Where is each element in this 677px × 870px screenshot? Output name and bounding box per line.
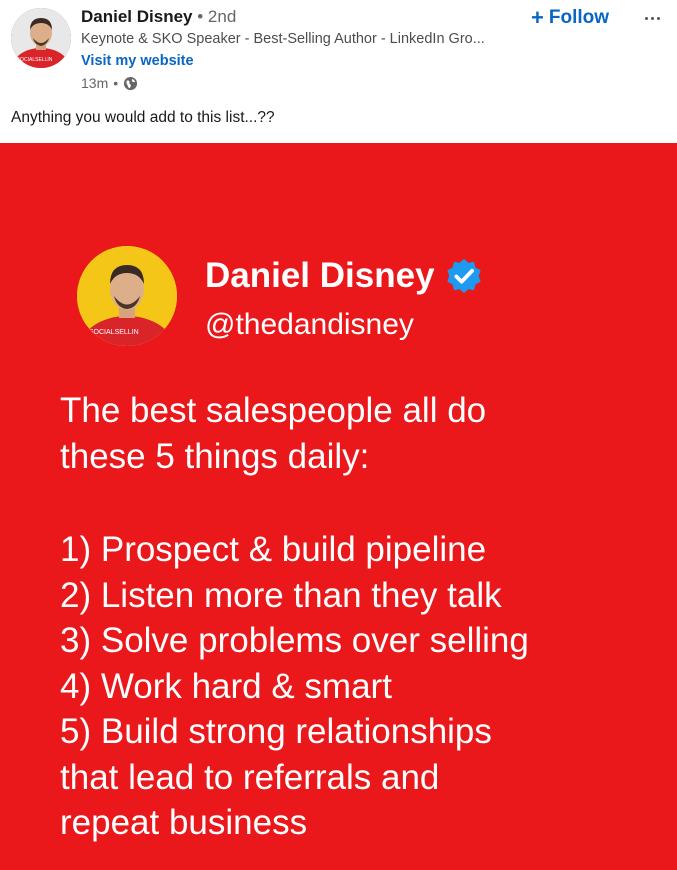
card-intro-line: The best salespeople all do: [60, 391, 487, 430]
connection-degree-value: 2nd: [207, 7, 237, 26]
follow-label: Follow: [548, 7, 610, 28]
card-list-item: 5) Build strong relationships: [60, 712, 492, 751]
card-avatar-tag: #SOCIALSELLIN: [85, 329, 139, 336]
card-list: 1) Prospect & build pipeline 2) Listen m…: [60, 527, 670, 846]
card-name: Daniel Disney: [205, 256, 435, 295]
visit-website-link[interactable]: Visit my website: [81, 51, 501, 72]
connection-degree: • 2nd: [197, 7, 237, 26]
more-dot: [644, 16, 648, 20]
globe-icon: [124, 76, 138, 90]
more-options-button[interactable]: [638, 10, 666, 26]
card-handle: @thedandisney: [205, 308, 414, 341]
post-text: Anything you would add to this list...??: [11, 109, 275, 126]
post-header: #SOCIALSELLIN Daniel Disney • 2nd Keynot…: [0, 0, 677, 104]
card-intro: The best salespeople all do these 5 thin…: [60, 388, 660, 479]
author-avatar[interactable]: #SOCIALSELLIN: [11, 8, 71, 68]
follow-button[interactable]: + Follow: [531, 5, 609, 31]
post-image[interactable]: #SOCIALSELLIN Daniel Disney @thedandisne…: [0, 143, 677, 870]
card-list-item: repeat business: [60, 803, 308, 842]
author-avatar-image: #SOCIALSELLIN: [11, 8, 71, 68]
card-list-item: that lead to referrals and: [60, 757, 440, 797]
card-name-line: Daniel Disney: [205, 256, 483, 296]
card-avatar-image: #SOCIALSELLIN: [77, 246, 177, 346]
post-time-line: 13m •: [81, 73, 501, 93]
author-line: Daniel Disney • 2nd: [81, 6, 501, 28]
card-list-item: 4) Work hard & smart: [60, 666, 392, 706]
more-dot: [656, 16, 660, 20]
post-time: 13m: [81, 75, 109, 91]
verified-badge-icon: [446, 258, 481, 294]
linkedin-post: #SOCIALSELLIN Daniel Disney • 2nd Keynot…: [0, 0, 677, 870]
card-list-item: 2) Listen more than they talk: [60, 575, 502, 615]
separator-dot: •: [113, 75, 119, 91]
card-list-item: 1) Prospect & build pipeline: [60, 530, 487, 569]
plus-icon: +: [531, 5, 544, 30]
author-headline: Keynote & SKO Speaker - Best-Selling Aut…: [81, 31, 485, 47]
card-avatar: #SOCIALSELLIN: [77, 246, 177, 346]
author-meta: Daniel Disney • 2nd Keynote & SKO Speake…: [81, 6, 501, 93]
avatar-tag: #SOCIALSELLIN: [14, 57, 53, 63]
author-name[interactable]: Daniel Disney: [81, 7, 193, 26]
card-intro-line: these 5 things daily:: [60, 436, 370, 476]
card-list-item: 3) Solve problems over selling: [60, 621, 529, 660]
more-dot: [650, 16, 654, 20]
